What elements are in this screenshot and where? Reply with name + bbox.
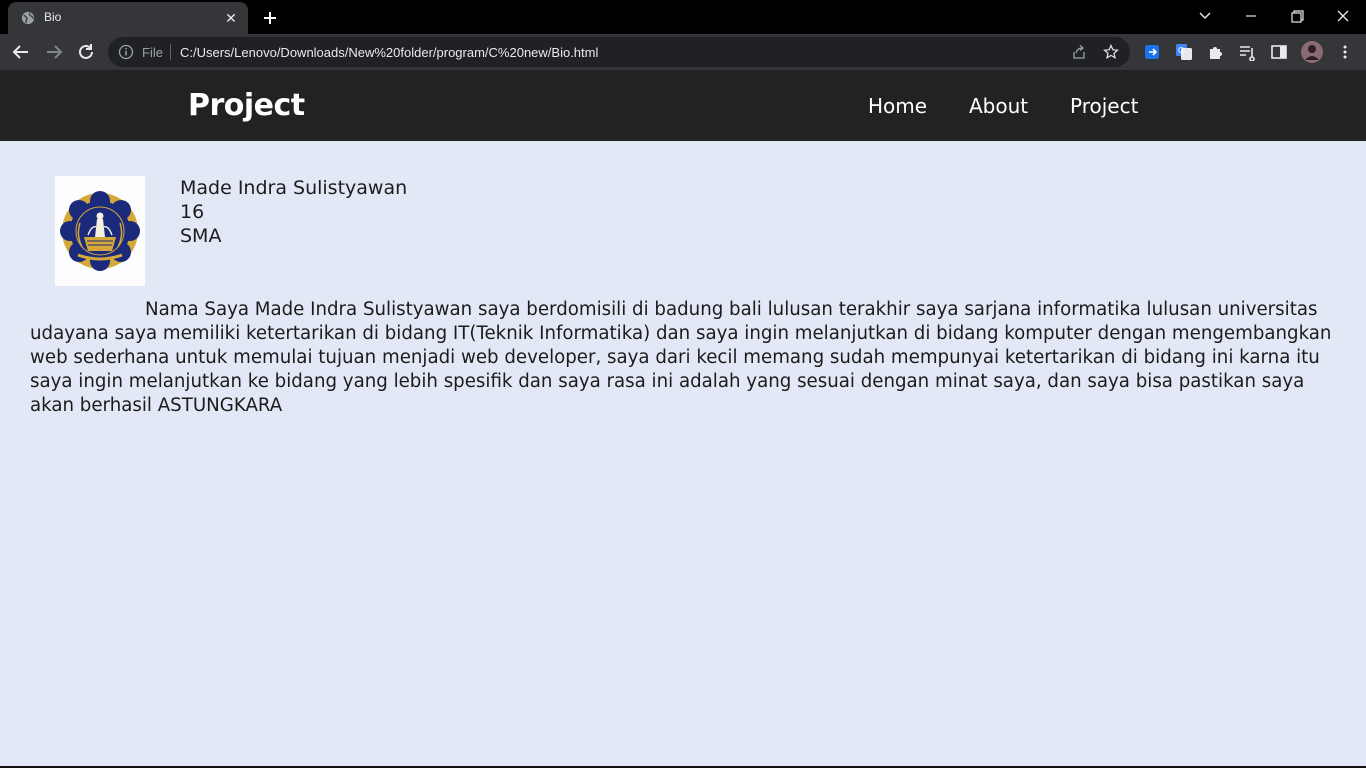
browser-tab[interactable]: Bio ✕ xyxy=(8,2,248,34)
browser-toolbar: File C:/Users/Lenovo/Downloads/New%20fol… xyxy=(0,34,1366,70)
profile-info: Made Indra Sulistyawan 16 SMA xyxy=(180,176,407,248)
new-tab-plus-icon[interactable] xyxy=(258,6,282,30)
file-label: File xyxy=(142,45,163,60)
profile-avatar-icon[interactable] xyxy=(1300,40,1324,64)
browser-tab-bar: Bio ✕ xyxy=(0,0,1366,34)
profile-age: 16 xyxy=(180,201,205,223)
menu-kebab-icon[interactable] xyxy=(1336,43,1354,61)
restore-icon[interactable] xyxy=(1282,4,1312,28)
side-panel-icon[interactable] xyxy=(1270,43,1288,61)
info-icon[interactable] xyxy=(118,44,134,60)
nav-link-about[interactable]: About xyxy=(969,94,1028,118)
profile-name: Made Indra Sulistyawan xyxy=(180,177,408,199)
address-divider xyxy=(170,44,171,60)
translate-extension-icon[interactable] xyxy=(1144,43,1162,61)
bookmark-star-icon[interactable] xyxy=(1103,44,1119,60)
site-brand[interactable]: Project xyxy=(188,88,305,123)
tab-title: Bio xyxy=(44,10,62,24)
globe-icon xyxy=(21,11,35,25)
minimize-icon[interactable] xyxy=(1236,4,1266,28)
svg-text:G: G xyxy=(1178,46,1184,55)
address-bar[interactable]: File C:/Users/Lenovo/Downloads/New%20fol… xyxy=(108,37,1130,67)
window-close-icon[interactable] xyxy=(1328,4,1358,28)
reload-icon[interactable] xyxy=(75,41,97,63)
bio-paragraph: Nama Saya Made Indra Sulistyawan saya be… xyxy=(30,299,1332,416)
google-translate-icon[interactable]: G xyxy=(1175,43,1193,61)
share-icon[interactable] xyxy=(1071,44,1087,60)
forward-arrow-icon[interactable] xyxy=(43,41,65,63)
university-logo xyxy=(55,176,145,286)
profile-school: SMA xyxy=(180,225,222,247)
extensions-puzzle-icon[interactable] xyxy=(1207,43,1225,61)
tab-close-icon[interactable]: ✕ xyxy=(223,10,239,26)
media-queue-icon[interactable] xyxy=(1238,43,1256,61)
tab-search-chevron-icon[interactable] xyxy=(1190,4,1220,28)
site-header: Project Home About Project xyxy=(0,70,1366,141)
bio-content: Made Indra Sulistyawan 16 SMA Nama Saya … xyxy=(0,141,1366,768)
nav-link-home[interactable]: Home xyxy=(868,94,927,118)
nav-link-project[interactable]: Project xyxy=(1070,94,1138,118)
back-arrow-icon[interactable] xyxy=(10,41,32,63)
url-text[interactable]: C:/Users/Lenovo/Downloads/New%20folder/p… xyxy=(180,45,598,60)
